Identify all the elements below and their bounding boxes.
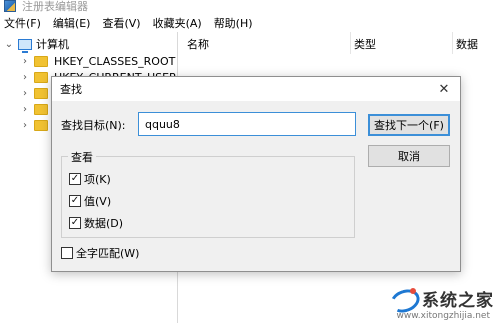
window-title: 注册表编辑器 bbox=[22, 0, 88, 13]
option-data-label: 数据(D) bbox=[84, 217, 124, 230]
menubar: 文件(F) 编辑(E) 查看(V) 收藏夹(A) 帮助(H) bbox=[0, 14, 500, 32]
tree-item-hkcr[interactable]: › HKEY_CLASSES_ROOT bbox=[20, 53, 175, 69]
find-next-button[interactable]: 查找下一个(F) bbox=[368, 114, 450, 136]
chevron-down-icon[interactable]: ⌄ bbox=[4, 39, 14, 50]
checkbox-values[interactable]: ✓ bbox=[69, 195, 81, 207]
folder-icon bbox=[34, 103, 48, 115]
menu-view[interactable]: 查看(V) bbox=[102, 15, 140, 31]
look-at-group-label: 查看 bbox=[68, 149, 96, 165]
brand-watermark: 系统之家 bbox=[388, 286, 494, 311]
checkbox-data[interactable]: ✓ bbox=[69, 217, 81, 229]
menu-favorites[interactable]: 收藏夹(A) bbox=[153, 15, 202, 31]
brand-name: 系统之家 bbox=[422, 291, 494, 311]
option-match-whole-label: 全字匹配(W) bbox=[76, 247, 140, 260]
brand-logo-icon bbox=[388, 287, 418, 310]
menu-file[interactable]: 文件(F) bbox=[4, 15, 41, 31]
tree-item-label: HKEY_CLASSES_ROOT bbox=[54, 54, 176, 68]
tree-item-hku[interactable]: › bbox=[20, 101, 54, 117]
close-icon[interactable]: ✕ bbox=[436, 81, 452, 97]
column-data[interactable]: 数据 bbox=[456, 36, 478, 52]
column-name[interactable]: 名称 bbox=[187, 36, 209, 52]
cancel-button[interactable]: 取消 bbox=[368, 145, 450, 167]
brand-url: www.xitongzhijia.net bbox=[396, 311, 490, 321]
tree-item-label: 计算机 bbox=[36, 38, 69, 51]
find-dialog-title: 查找 bbox=[60, 83, 82, 96]
option-values[interactable]: ✓ 值(V) bbox=[69, 193, 111, 209]
folder-icon bbox=[34, 119, 48, 131]
look-at-group: 查看 ✓ 项(K) ✓ 值(V) ✓ 数据(D) bbox=[61, 149, 355, 238]
option-values-label: 值(V) bbox=[84, 195, 112, 208]
find-what-label: 查找目标(N): bbox=[61, 119, 126, 132]
chevron-right-icon[interactable]: › bbox=[20, 88, 30, 99]
option-keys-label: 项(K) bbox=[84, 173, 111, 186]
folder-icon bbox=[34, 87, 48, 99]
folder-icon bbox=[34, 71, 48, 83]
checkbox-keys[interactable]: ✓ bbox=[69, 173, 81, 185]
chevron-right-icon[interactable]: › bbox=[20, 120, 30, 131]
tree-item-hklm[interactable]: › bbox=[20, 85, 54, 101]
option-data[interactable]: ✓ 数据(D) bbox=[69, 215, 123, 231]
tree-item-hkcc[interactable]: › bbox=[20, 117, 54, 133]
find-dialog: 查找 ✕ 查找目标(N): 查找下一个(F) 取消 查看 ✓ 项(K) ✓ 值(… bbox=[51, 76, 461, 272]
regedit-app-icon bbox=[4, 0, 16, 12]
find-what-input[interactable] bbox=[138, 112, 356, 136]
option-keys[interactable]: ✓ 项(K) bbox=[69, 171, 111, 187]
find-dialog-titlebar[interactable]: 查找 ✕ bbox=[52, 77, 460, 101]
folder-icon bbox=[34, 55, 48, 67]
column-divider[interactable] bbox=[350, 32, 351, 54]
chevron-right-icon[interactable]: › bbox=[20, 72, 30, 83]
option-match-whole[interactable]: 全字匹配(W) bbox=[61, 245, 139, 261]
column-type[interactable]: 类型 bbox=[354, 36, 376, 52]
chevron-right-icon[interactable]: › bbox=[20, 56, 30, 67]
window-titlebar: 注册表编辑器 bbox=[0, 0, 500, 14]
chevron-right-icon[interactable]: › bbox=[20, 104, 30, 115]
computer-icon bbox=[18, 38, 32, 53]
menu-help[interactable]: 帮助(H) bbox=[214, 15, 253, 31]
checkbox-match-whole[interactable] bbox=[61, 247, 73, 259]
menu-edit[interactable]: 编辑(E) bbox=[53, 15, 91, 31]
tree-item-computer[interactable]: ⌄ 计算机 bbox=[4, 36, 69, 53]
column-divider[interactable] bbox=[452, 32, 453, 54]
